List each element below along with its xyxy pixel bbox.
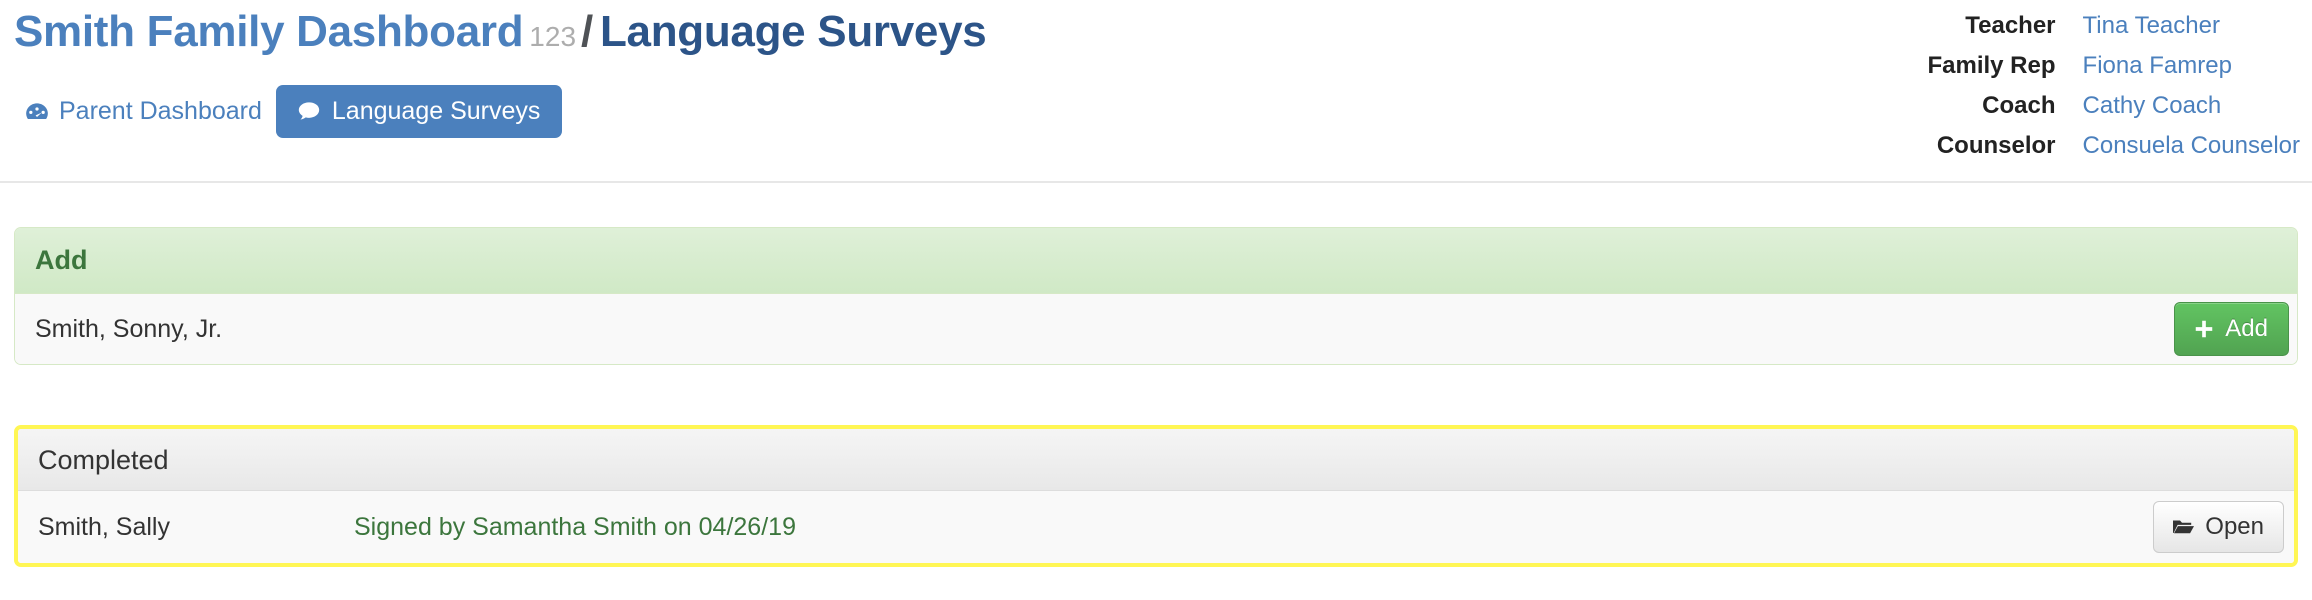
panel-completed-title: Completed xyxy=(38,445,169,475)
contact-label-counselor: Counselor xyxy=(1936,132,2056,159)
contact-value-teacher[interactable]: Tina Teacher xyxy=(2083,6,2300,46)
contact-value-coach[interactable]: Cathy Coach xyxy=(2083,86,2300,126)
panel-add-title: Add xyxy=(35,245,88,275)
panel-add: Add Smith, Sonny, Jr. Add xyxy=(14,227,2298,365)
contact-label-coach: Coach xyxy=(1982,92,2056,119)
contact-value-family-rep[interactable]: Fiona Famrep xyxy=(2083,46,2300,86)
open-button-label: Open xyxy=(2205,513,2264,540)
nav-item-parent-dashboard[interactable]: Parent Dashboard xyxy=(14,89,276,135)
page-title-separator: / xyxy=(581,7,593,56)
comment-icon xyxy=(296,98,322,124)
page-header: Smith Family Dashboard 123/Language Surve… xyxy=(0,0,2312,183)
add-button[interactable]: Add xyxy=(2174,302,2289,356)
contact-value-counselor[interactable]: Consuela Counselor xyxy=(2083,126,2300,166)
contact-label-teacher: Teacher xyxy=(1965,12,2056,39)
page-title: Smith Family Dashboard 123/Language Surve… xyxy=(14,6,987,63)
panel-completed-heading: Completed xyxy=(18,429,2294,491)
open-button[interactable]: Open xyxy=(2153,501,2284,553)
tachometer-icon xyxy=(24,99,50,125)
plus-icon xyxy=(2193,318,2215,340)
status-badge-signed: Signed by Samantha Smith on 04/26/19 xyxy=(354,513,796,541)
page-nav: Parent Dashboard Language Surveys xyxy=(14,85,563,138)
panel-completed: Completed Smith, Sally Signed by Samanth… xyxy=(14,425,2298,567)
contacts-list: Teacher Tina Teacher Family Rep Fiona Fa… xyxy=(1927,6,2300,166)
nav-item-language-surveys-label: Language Surveys xyxy=(331,96,541,125)
nav-item-parent-dashboard-label: Parent Dashboard xyxy=(59,97,262,125)
page-title-id: 123 xyxy=(529,21,577,52)
page-title-family: Smith Family Dashboard xyxy=(14,7,524,56)
contact-label-family-rep: Family Rep xyxy=(1927,52,2056,79)
panel-completed-body: Smith, Sally Signed by Samantha Smith on… xyxy=(18,491,2294,563)
folder-open-icon xyxy=(2171,515,2195,539)
add-button-label: Add xyxy=(2225,315,2268,342)
table-row-student-name: Smith, Sally xyxy=(38,513,170,541)
table-row-student-name: Smith, Sonny, Jr. xyxy=(35,315,223,343)
page-title-section: Language Surveys xyxy=(599,7,987,56)
nav-item-language-surveys[interactable]: Language Surveys xyxy=(275,85,563,138)
panel-add-heading: Add xyxy=(15,228,2297,294)
panel-add-body: Smith, Sonny, Jr. Add xyxy=(15,294,2297,364)
